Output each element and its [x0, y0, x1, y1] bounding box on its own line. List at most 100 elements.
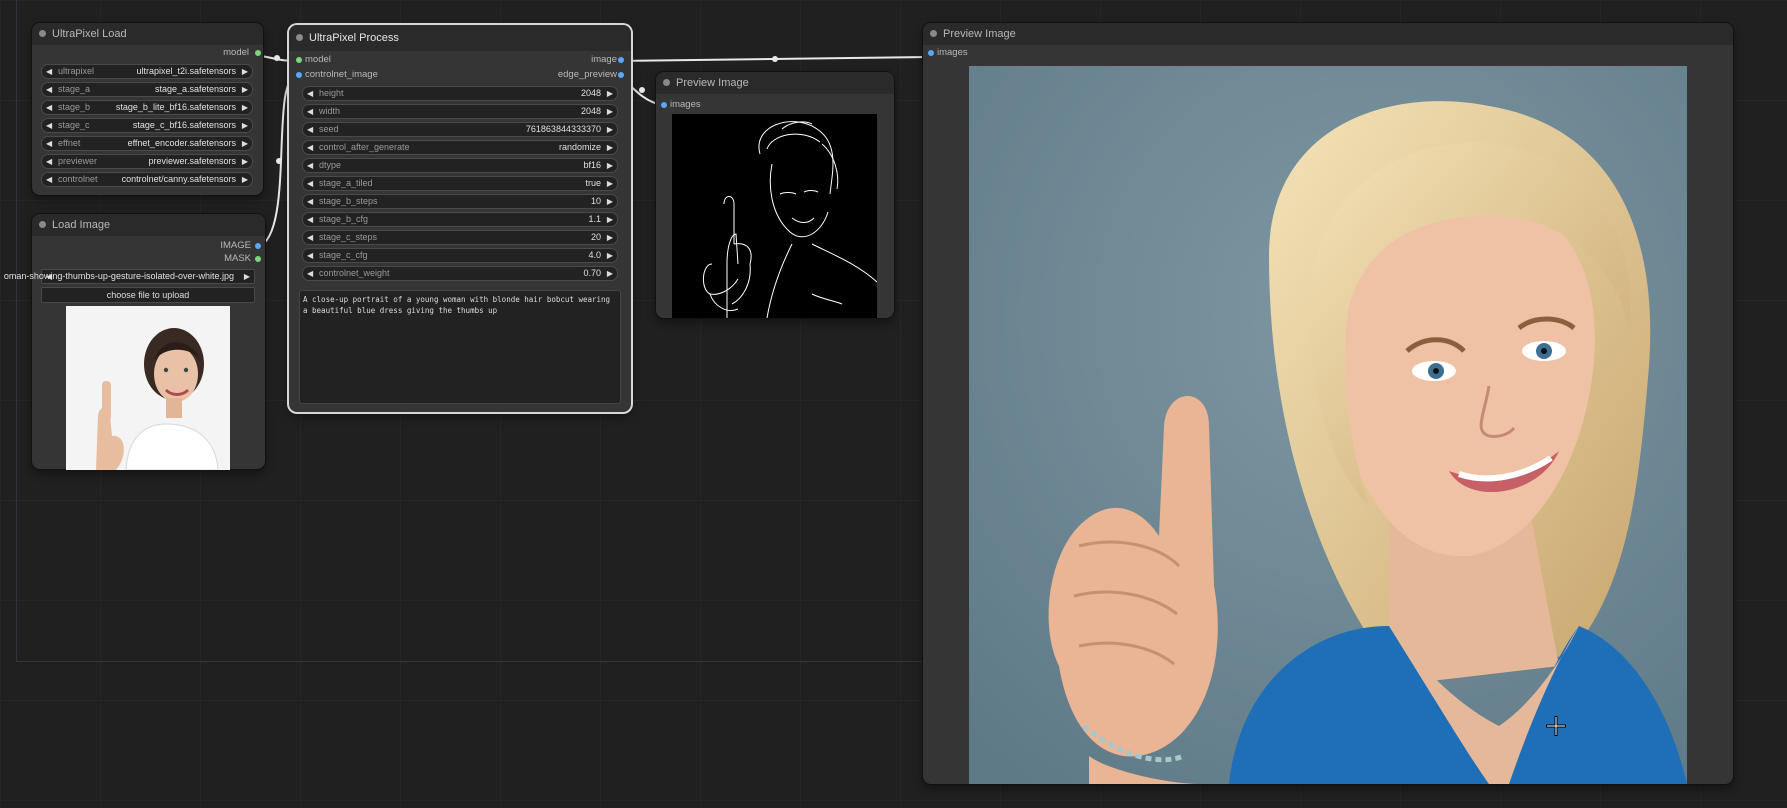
widget-value: stage_c_bf16.safetensors [132, 120, 236, 130]
widget-value: 2048 [580, 88, 601, 98]
widget-controlnet[interactable]: ◀ controlnet controlnet/canny.safetensor… [41, 172, 253, 187]
widget-name: seed [319, 124, 339, 134]
collapse-dot-icon[interactable] [663, 79, 670, 86]
output-slot-image[interactable] [618, 57, 624, 63]
increment-arrow-icon[interactable]: ▶ [607, 231, 613, 244]
increment-arrow-icon[interactable]: ▶ [607, 105, 613, 118]
node-ultrapixel-process[interactable]: UltraPixel Process model image controlne… [289, 25, 631, 412]
prompt-textarea[interactable]: A close-up portrait of a young woman wit… [299, 290, 621, 404]
widget-height[interactable]: ◀ height 2048 ▶ [302, 86, 618, 101]
decrement-arrow-icon[interactable]: ◀ [307, 249, 313, 262]
input-slot-images[interactable] [928, 50, 934, 56]
output-slot-model[interactable] [255, 50, 261, 56]
increment-arrow-icon[interactable]: ▶ [242, 173, 248, 186]
input-slot-model[interactable] [296, 57, 302, 63]
increment-arrow-icon[interactable]: ▶ [242, 155, 248, 168]
node-ultrapixel-load[interactable]: UltraPixel Load model ◀ ultrapixel ultra… [32, 23, 263, 195]
widget-stage-a-tiled[interactable]: ◀ stage_a_tiled true ▶ [302, 176, 618, 191]
widget-image-select[interactable]: ◀ oman-showing-thumbs-up-gesture-isolate… [4, 269, 255, 284]
input-label: images [670, 99, 701, 110]
node-title[interactable]: UltraPixel Load [32, 23, 263, 45]
widget-control-after-generate[interactable]: ◀ control_after_generate randomize ▶ [302, 140, 618, 155]
increment-arrow-icon[interactable]: ▶ [607, 195, 613, 208]
output-slot-image[interactable] [255, 243, 261, 249]
image-thumbnail [66, 306, 230, 470]
increment-arrow-icon[interactable]: ▶ [607, 159, 613, 172]
node-title[interactable]: Preview Image [656, 72, 894, 94]
increment-arrow-icon[interactable]: ▶ [607, 141, 613, 154]
increment-arrow-icon[interactable]: ▶ [242, 65, 248, 78]
decrement-arrow-icon[interactable]: ◀ [307, 123, 313, 136]
output-row-mask: MASK [32, 251, 265, 266]
increment-arrow-icon[interactable]: ▶ [242, 137, 248, 150]
node-title-label: Preview Image [943, 28, 1016, 40]
increment-arrow-icon[interactable]: ▶ [607, 267, 613, 280]
widget-effnet[interactable]: ◀ effnet effnet_encoder.safetensors ▶ [41, 136, 253, 151]
decrement-arrow-icon[interactable]: ◀ [307, 159, 313, 172]
widget-stage-b-cfg[interactable]: ◀ stage_b_cfg 1.1 ▶ [302, 212, 618, 227]
collapse-dot-icon[interactable] [39, 30, 46, 37]
widget-width[interactable]: ◀ width 2048 ▶ [302, 104, 618, 119]
node-title[interactable]: UltraPixel Process [289, 25, 631, 51]
widget-seed[interactable]: ◀ seed 761863844333370 ▶ [302, 122, 618, 137]
widget-name: control_after_generate [319, 142, 410, 152]
widget-ultrapixel[interactable]: ◀ ultrapixel ultrapixel_t2i.safetensors … [41, 64, 253, 79]
input-slot-images[interactable] [661, 102, 667, 108]
widget-value: true [585, 178, 601, 188]
output-row-model: model [32, 45, 263, 60]
node-title-label: UltraPixel Load [52, 28, 127, 40]
widget-stage-c-cfg[interactable]: ◀ stage_c_cfg 4.0 ▶ [302, 248, 618, 263]
widget-stage-c-steps[interactable]: ◀ stage_c_steps 20 ▶ [302, 230, 618, 245]
widget-stage-a[interactable]: ◀ stage_a stage_a.safetensors ▶ [41, 82, 253, 97]
increment-arrow-icon[interactable]: ▶ [607, 123, 613, 136]
collapse-dot-icon[interactable] [296, 34, 303, 41]
collapse-dot-icon[interactable] [39, 221, 46, 228]
node-preview-small[interactable]: Preview Image images [656, 72, 894, 318]
increment-arrow-icon[interactable]: ▶ [242, 83, 248, 96]
node-preview-large[interactable]: Preview Image images [923, 23, 1733, 784]
increment-arrow-icon[interactable]: ▶ [607, 249, 613, 262]
input-slot-controlnet-image[interactable] [296, 72, 302, 78]
decrement-arrow-icon[interactable]: ◀ [46, 65, 52, 78]
increment-arrow-icon[interactable]: ▶ [244, 270, 250, 283]
increment-arrow-icon[interactable]: ▶ [242, 101, 248, 114]
widget-stage-b[interactable]: ◀ stage_b stage_b_lite_bf16.safetensors … [41, 100, 253, 115]
io-row-controlnet-edge: controlnet_image edge_preview [289, 67, 631, 82]
node-title[interactable]: Load Image [32, 214, 265, 236]
decrement-arrow-icon[interactable]: ◀ [46, 155, 52, 168]
node-title-label: UltraPixel Process [309, 32, 399, 44]
crosshair-icon [1546, 716, 1566, 736]
widget-stage-c[interactable]: ◀ stage_c stage_c_bf16.safetensors ▶ [41, 118, 253, 133]
decrement-arrow-icon[interactable]: ◀ [307, 213, 313, 226]
widget-stage-b-steps[interactable]: ◀ stage_b_steps 10 ▶ [302, 194, 618, 209]
decrement-arrow-icon[interactable]: ◀ [46, 83, 52, 96]
decrement-arrow-icon[interactable]: ◀ [46, 119, 52, 132]
output-slot-edge-preview[interactable] [618, 72, 624, 78]
widget-dtype[interactable]: ◀ dtype bf16 ▶ [302, 158, 618, 173]
decrement-arrow-icon[interactable]: ◀ [46, 101, 52, 114]
decrement-arrow-icon[interactable]: ◀ [307, 141, 313, 154]
upload-button[interactable]: choose file to upload [41, 287, 255, 303]
decrement-arrow-icon[interactable]: ◀ [307, 177, 313, 190]
decrement-arrow-icon[interactable]: ◀ [307, 231, 313, 244]
collapse-dot-icon[interactable] [930, 30, 937, 37]
widget-value: controlnet/canny.safetensors [121, 174, 236, 184]
decrement-arrow-icon[interactable]: ◀ [46, 173, 52, 186]
node-load-image[interactable]: Load Image IMAGE MASK ◀ oman-showing-thu… [4, 214, 265, 470]
increment-arrow-icon[interactable]: ▶ [607, 87, 613, 100]
decrement-arrow-icon[interactable]: ◀ [307, 267, 313, 280]
widget-value: 0.70 [583, 268, 601, 278]
node-title[interactable]: Preview Image [923, 23, 1733, 45]
decrement-arrow-icon[interactable]: ◀ [307, 105, 313, 118]
increment-arrow-icon[interactable]: ▶ [242, 119, 248, 132]
decrement-arrow-icon[interactable]: ◀ [46, 137, 52, 150]
decrement-arrow-icon[interactable]: ◀ [307, 195, 313, 208]
increment-arrow-icon[interactable]: ▶ [607, 177, 613, 190]
decrement-arrow-icon[interactable]: ◀ [307, 87, 313, 100]
widget-name: height [319, 88, 344, 98]
input-label: controlnet_image [305, 69, 378, 80]
output-slot-mask[interactable] [255, 256, 261, 262]
widget-previewer[interactable]: ◀ previewer previewer.safetensors ▶ [41, 154, 253, 169]
widget-controlnet-weight[interactable]: ◀ controlnet_weight 0.70 ▶ [302, 266, 618, 281]
increment-arrow-icon[interactable]: ▶ [607, 213, 613, 226]
